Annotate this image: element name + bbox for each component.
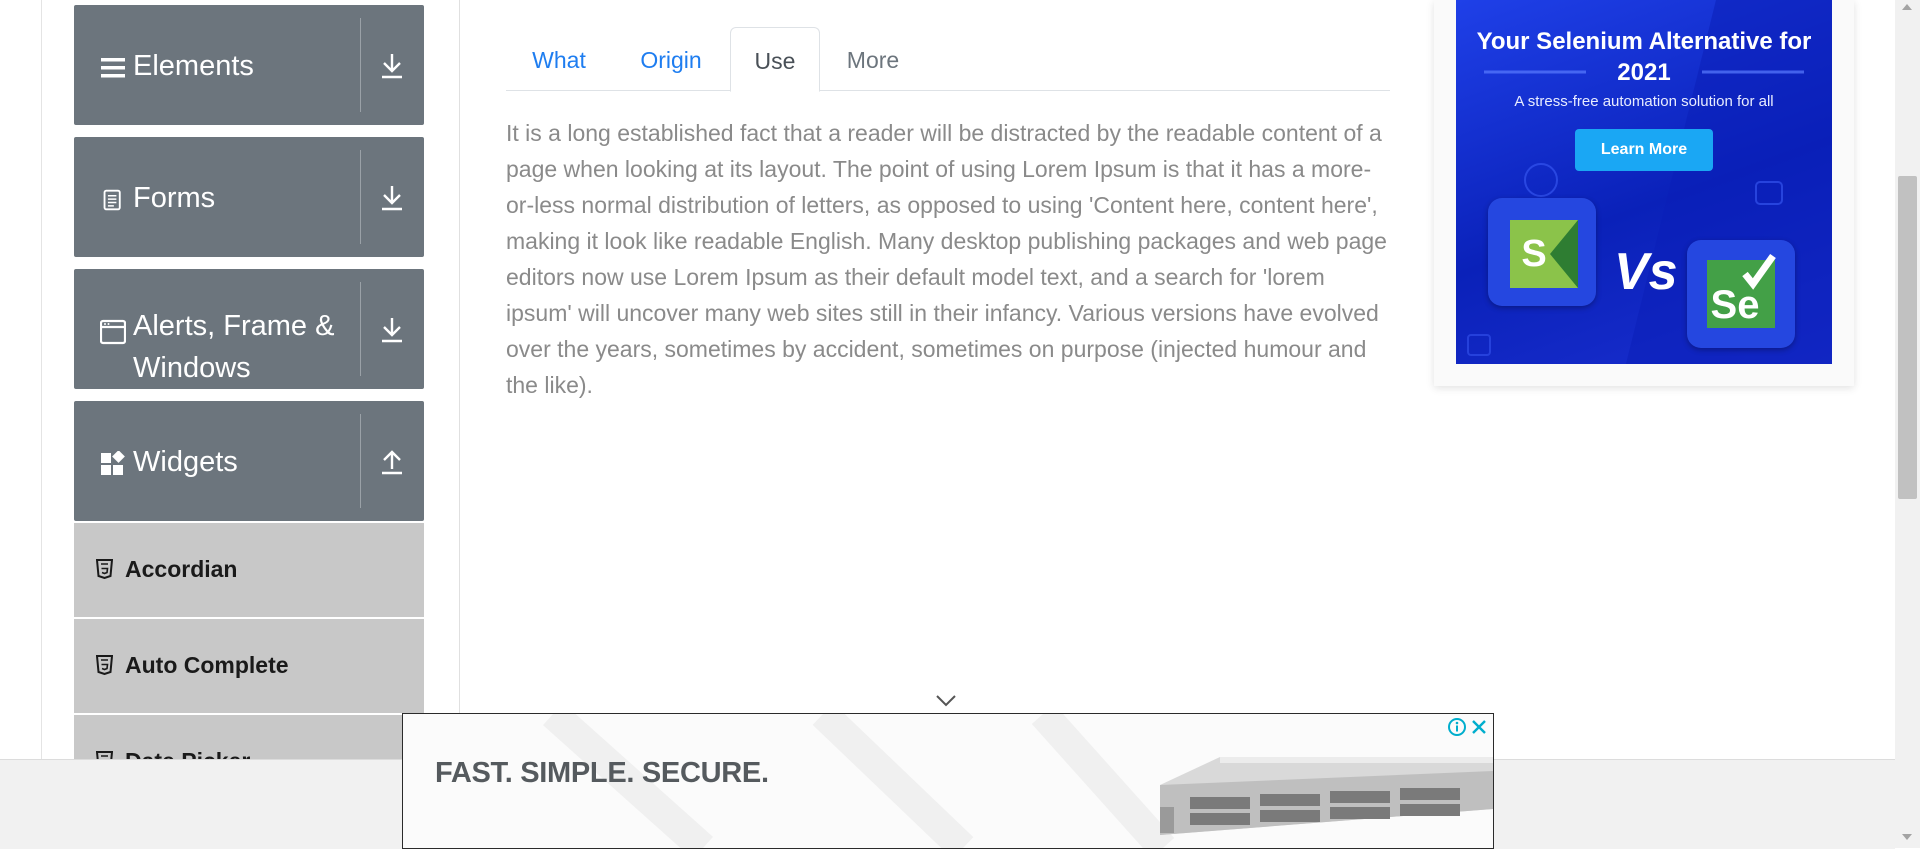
upload-arrow-icon[interactable] (379, 447, 405, 477)
tab-use[interactable]: Use (730, 27, 820, 92)
sidebar-group-alerts-frame-windows[interactable]: Alerts, Frame & Windows (74, 269, 424, 389)
sidebar-group-label: Elements (133, 50, 254, 82)
scroll-up-arrow-icon[interactable] (1902, 4, 1912, 10)
sidebar-group-label: Alerts, Frame & Windows (133, 310, 335, 384)
document-icon (103, 189, 121, 211)
download-arrow-icon[interactable] (379, 315, 405, 345)
close-icon[interactable] (1469, 717, 1489, 737)
tab-bar: What Origin Use More (506, 27, 1390, 92)
sidebar-item-date-picker[interactable]: Date Picker (74, 715, 424, 760)
bottom-advertisement[interactable]: FAST. SIMPLE. SECURE. (402, 713, 1494, 849)
group-separator (360, 150, 361, 244)
group-separator (360, 282, 361, 376)
sidebar-item-label: Date Picker (125, 745, 250, 760)
group-separator (360, 18, 361, 112)
sidebar-item-auto-complete[interactable]: Auto Complete (74, 619, 424, 715)
ad-logo-left: S (1488, 198, 1596, 306)
sidebar-item-label: Accordian (125, 556, 238, 582)
tab-what[interactable]: What (506, 27, 612, 90)
scroll-down-arrow-icon[interactable] (1902, 834, 1912, 840)
window-icon (100, 319, 126, 345)
tab-more[interactable]: More (820, 27, 926, 90)
vertical-scrollbar[interactable] (1895, 0, 1920, 848)
sidebar-group-elements[interactable]: Elements (74, 5, 424, 125)
svg-text:Se: Se (1711, 283, 1760, 327)
chevron-down-icon[interactable] (935, 694, 957, 708)
ad-subtitle: A stress-free automation solution for al… (1514, 93, 1774, 110)
sidebar: Elements Forms Alerts, Frame & Windows W… (74, 5, 424, 760)
sidebar-group-forms[interactable]: Forms (74, 137, 424, 257)
info-icon[interactable] (1447, 717, 1467, 737)
left-border (41, 0, 42, 760)
list-icon (101, 58, 125, 78)
scroll-thumb[interactable] (1898, 176, 1917, 499)
sidebar-divider (459, 0, 460, 760)
sidebar-item-label: Auto Complete (125, 652, 289, 678)
sidebar-group-widgets[interactable]: Widgets (74, 401, 424, 521)
side-advertisement[interactable]: Your Selenium Alternative for 2021 A str… (1434, 0, 1854, 386)
sidebar-group-label: Forms (133, 182, 216, 214)
download-arrow-icon[interactable] (379, 183, 405, 213)
ad-title: Your Selenium Alternative for 2021 (1476, 28, 1812, 86)
html5-icon (96, 559, 113, 579)
sidebar-item-accordian[interactable]: Accordian (74, 523, 424, 619)
tab-origin[interactable]: Origin (612, 27, 730, 90)
ad-banner[interactable]: Your Selenium Alternative for 2021 A str… (1456, 0, 1832, 364)
svg-text:S: S (1521, 233, 1546, 275)
widgets-icon (101, 451, 125, 475)
tab-content-text: It is a long established fact that a rea… (506, 120, 1387, 398)
group-separator (360, 414, 361, 508)
selenium-logo-icon: Se (1707, 253, 1776, 328)
ad-logo-right: Se (1687, 240, 1795, 348)
versus-text: Vs (1614, 243, 1678, 301)
download-arrow-icon[interactable] (379, 51, 405, 81)
ad-headline: FAST. SIMPLE. SECURE. (435, 757, 769, 789)
sidebar-group-label: Widgets (133, 446, 238, 478)
server-image (1160, 757, 1493, 835)
katalon-logo-icon: S (1510, 220, 1578, 288)
html5-icon (96, 655, 113, 675)
learn-more-button[interactable]: Learn More (1575, 129, 1713, 171)
